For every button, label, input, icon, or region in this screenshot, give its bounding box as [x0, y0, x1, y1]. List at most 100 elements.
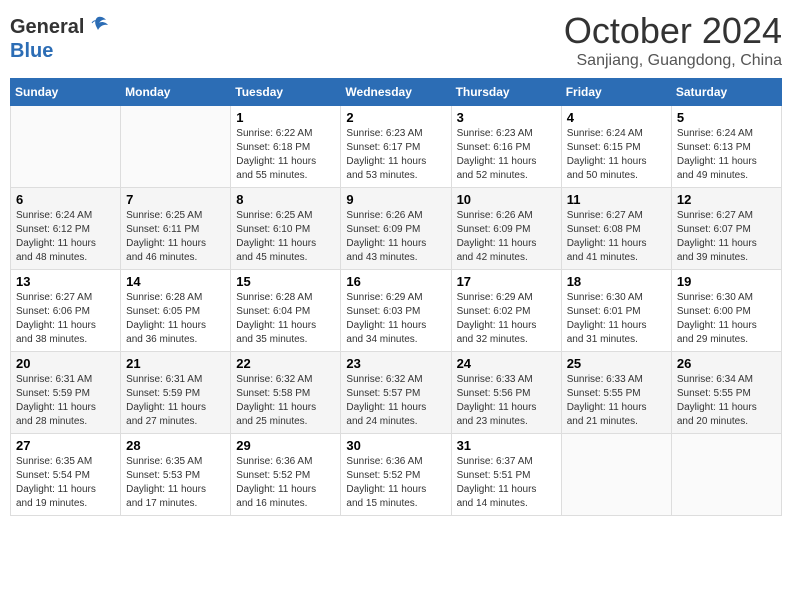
day-info: Sunrise: 6:28 AMSunset: 6:05 PMDaylight:… — [126, 291, 225, 347]
day-info: Sunrise: 6:35 AMSunset: 5:53 PMDaylight:… — [126, 455, 225, 511]
day-info: Sunrise: 6:34 AMSunset: 5:55 PMDaylight:… — [677, 373, 776, 429]
day-number: 18 — [567, 274, 666, 289]
calendar-cell: 7 Sunrise: 6:25 AMSunset: 6:11 PMDayligh… — [121, 188, 231, 270]
day-info: Sunrise: 6:35 AMSunset: 5:54 PMDaylight:… — [16, 455, 115, 511]
day-number: 31 — [457, 438, 556, 453]
page-header: General Blue October 2024 Sanjiang, Guan… — [10, 10, 782, 70]
calendar-cell: 4 Sunrise: 6:24 AMSunset: 6:15 PMDayligh… — [561, 106, 671, 188]
day-info: Sunrise: 6:26 AMSunset: 6:09 PMDaylight:… — [457, 209, 556, 265]
day-number: 5 — [677, 110, 776, 125]
calendar-cell: 10 Sunrise: 6:26 AMSunset: 6:09 PMDaylig… — [451, 188, 561, 270]
day-number: 29 — [236, 438, 335, 453]
calendar-cell: 12 Sunrise: 6:27 AMSunset: 6:07 PMDaylig… — [671, 188, 781, 270]
day-info: Sunrise: 6:27 AMSunset: 6:07 PMDaylight:… — [677, 209, 776, 265]
week-row-2: 6 Sunrise: 6:24 AMSunset: 6:12 PMDayligh… — [11, 188, 782, 270]
day-info: Sunrise: 6:33 AMSunset: 5:55 PMDaylight:… — [567, 373, 666, 429]
calendar-cell: 17 Sunrise: 6:29 AMSunset: 6:02 PMDaylig… — [451, 270, 561, 352]
day-info: Sunrise: 6:32 AMSunset: 5:58 PMDaylight:… — [236, 373, 335, 429]
day-number: 12 — [677, 192, 776, 207]
day-number: 23 — [346, 356, 445, 371]
calendar-cell: 6 Sunrise: 6:24 AMSunset: 6:12 PMDayligh… — [11, 188, 121, 270]
calendar-cell: 9 Sunrise: 6:26 AMSunset: 6:09 PMDayligh… — [341, 188, 451, 270]
calendar-cell: 15 Sunrise: 6:28 AMSunset: 6:04 PMDaylig… — [231, 270, 341, 352]
logo-bird-icon — [86, 15, 108, 40]
logo-general: General — [10, 16, 84, 39]
calendar-table: SundayMondayTuesdayWednesdayThursdayFrid… — [10, 78, 782, 516]
calendar-cell: 25 Sunrise: 6:33 AMSunset: 5:55 PMDaylig… — [561, 352, 671, 434]
calendar-cell: 19 Sunrise: 6:30 AMSunset: 6:00 PMDaylig… — [671, 270, 781, 352]
day-number: 30 — [346, 438, 445, 453]
logo: General Blue — [10, 10, 108, 63]
day-number: 27 — [16, 438, 115, 453]
day-number: 9 — [346, 192, 445, 207]
calendar-cell: 5 Sunrise: 6:24 AMSunset: 6:13 PMDayligh… — [671, 106, 781, 188]
day-info: Sunrise: 6:33 AMSunset: 5:56 PMDaylight:… — [457, 373, 556, 429]
day-number: 17 — [457, 274, 556, 289]
location: Sanjiang, Guangdong, China — [564, 52, 782, 70]
calendar-cell: 21 Sunrise: 6:31 AMSunset: 5:59 PMDaylig… — [121, 352, 231, 434]
day-info: Sunrise: 6:25 AMSunset: 6:10 PMDaylight:… — [236, 209, 335, 265]
weekday-header-sunday: Sunday — [11, 79, 121, 106]
month-title: October 2024 — [564, 10, 782, 52]
calendar-cell — [11, 106, 121, 188]
day-number: 4 — [567, 110, 666, 125]
day-info: Sunrise: 6:32 AMSunset: 5:57 PMDaylight:… — [346, 373, 445, 429]
calendar-cell: 11 Sunrise: 6:27 AMSunset: 6:08 PMDaylig… — [561, 188, 671, 270]
day-number: 14 — [126, 274, 225, 289]
calendar-cell: 23 Sunrise: 6:32 AMSunset: 5:57 PMDaylig… — [341, 352, 451, 434]
day-info: Sunrise: 6:26 AMSunset: 6:09 PMDaylight:… — [346, 209, 445, 265]
calendar-cell: 22 Sunrise: 6:32 AMSunset: 5:58 PMDaylig… — [231, 352, 341, 434]
calendar-cell: 29 Sunrise: 6:36 AMSunset: 5:52 PMDaylig… — [231, 434, 341, 516]
calendar-cell — [121, 106, 231, 188]
calendar-cell: 31 Sunrise: 6:37 AMSunset: 5:51 PMDaylig… — [451, 434, 561, 516]
day-number: 8 — [236, 192, 335, 207]
calendar-cell: 13 Sunrise: 6:27 AMSunset: 6:06 PMDaylig… — [11, 270, 121, 352]
week-row-4: 20 Sunrise: 6:31 AMSunset: 5:59 PMDaylig… — [11, 352, 782, 434]
calendar-cell: 1 Sunrise: 6:22 AMSunset: 6:18 PMDayligh… — [231, 106, 341, 188]
day-info: Sunrise: 6:27 AMSunset: 6:06 PMDaylight:… — [16, 291, 115, 347]
day-info: Sunrise: 6:22 AMSunset: 6:18 PMDaylight:… — [236, 127, 335, 183]
day-info: Sunrise: 6:30 AMSunset: 6:00 PMDaylight:… — [677, 291, 776, 347]
calendar-cell: 16 Sunrise: 6:29 AMSunset: 6:03 PMDaylig… — [341, 270, 451, 352]
day-info: Sunrise: 6:24 AMSunset: 6:12 PMDaylight:… — [16, 209, 115, 265]
day-info: Sunrise: 6:25 AMSunset: 6:11 PMDaylight:… — [126, 209, 225, 265]
day-number: 20 — [16, 356, 115, 371]
day-info: Sunrise: 6:37 AMSunset: 5:51 PMDaylight:… — [457, 455, 556, 511]
logo-blue: Blue — [10, 40, 53, 62]
day-number: 11 — [567, 192, 666, 207]
day-number: 16 — [346, 274, 445, 289]
day-info: Sunrise: 6:23 AMSunset: 6:16 PMDaylight:… — [457, 127, 556, 183]
day-number: 21 — [126, 356, 225, 371]
calendar-cell: 14 Sunrise: 6:28 AMSunset: 6:05 PMDaylig… — [121, 270, 231, 352]
calendar-cell: 2 Sunrise: 6:23 AMSunset: 6:17 PMDayligh… — [341, 106, 451, 188]
day-number: 25 — [567, 356, 666, 371]
day-number: 3 — [457, 110, 556, 125]
week-row-3: 13 Sunrise: 6:27 AMSunset: 6:06 PMDaylig… — [11, 270, 782, 352]
weekday-header-tuesday: Tuesday — [231, 79, 341, 106]
weekday-header-saturday: Saturday — [671, 79, 781, 106]
day-info: Sunrise: 6:36 AMSunset: 5:52 PMDaylight:… — [236, 455, 335, 511]
day-info: Sunrise: 6:31 AMSunset: 5:59 PMDaylight:… — [126, 373, 225, 429]
day-number: 2 — [346, 110, 445, 125]
day-number: 22 — [236, 356, 335, 371]
day-info: Sunrise: 6:23 AMSunset: 6:17 PMDaylight:… — [346, 127, 445, 183]
weekday-header-row: SundayMondayTuesdayWednesdayThursdayFrid… — [11, 79, 782, 106]
calendar-cell: 28 Sunrise: 6:35 AMSunset: 5:53 PMDaylig… — [121, 434, 231, 516]
calendar-cell: 24 Sunrise: 6:33 AMSunset: 5:56 PMDaylig… — [451, 352, 561, 434]
calendar-cell: 3 Sunrise: 6:23 AMSunset: 6:16 PMDayligh… — [451, 106, 561, 188]
week-row-5: 27 Sunrise: 6:35 AMSunset: 5:54 PMDaylig… — [11, 434, 782, 516]
day-info: Sunrise: 6:27 AMSunset: 6:08 PMDaylight:… — [567, 209, 666, 265]
day-number: 1 — [236, 110, 335, 125]
weekday-header-monday: Monday — [121, 79, 231, 106]
calendar-cell — [671, 434, 781, 516]
calendar-cell: 30 Sunrise: 6:36 AMSunset: 5:52 PMDaylig… — [341, 434, 451, 516]
calendar-cell: 18 Sunrise: 6:30 AMSunset: 6:01 PMDaylig… — [561, 270, 671, 352]
day-number: 7 — [126, 192, 225, 207]
day-number: 13 — [16, 274, 115, 289]
calendar-cell: 8 Sunrise: 6:25 AMSunset: 6:10 PMDayligh… — [231, 188, 341, 270]
day-info: Sunrise: 6:29 AMSunset: 6:03 PMDaylight:… — [346, 291, 445, 347]
day-number: 19 — [677, 274, 776, 289]
day-info: Sunrise: 6:24 AMSunset: 6:13 PMDaylight:… — [677, 127, 776, 183]
calendar-cell: 20 Sunrise: 6:31 AMSunset: 5:59 PMDaylig… — [11, 352, 121, 434]
weekday-header-wednesday: Wednesday — [341, 79, 451, 106]
